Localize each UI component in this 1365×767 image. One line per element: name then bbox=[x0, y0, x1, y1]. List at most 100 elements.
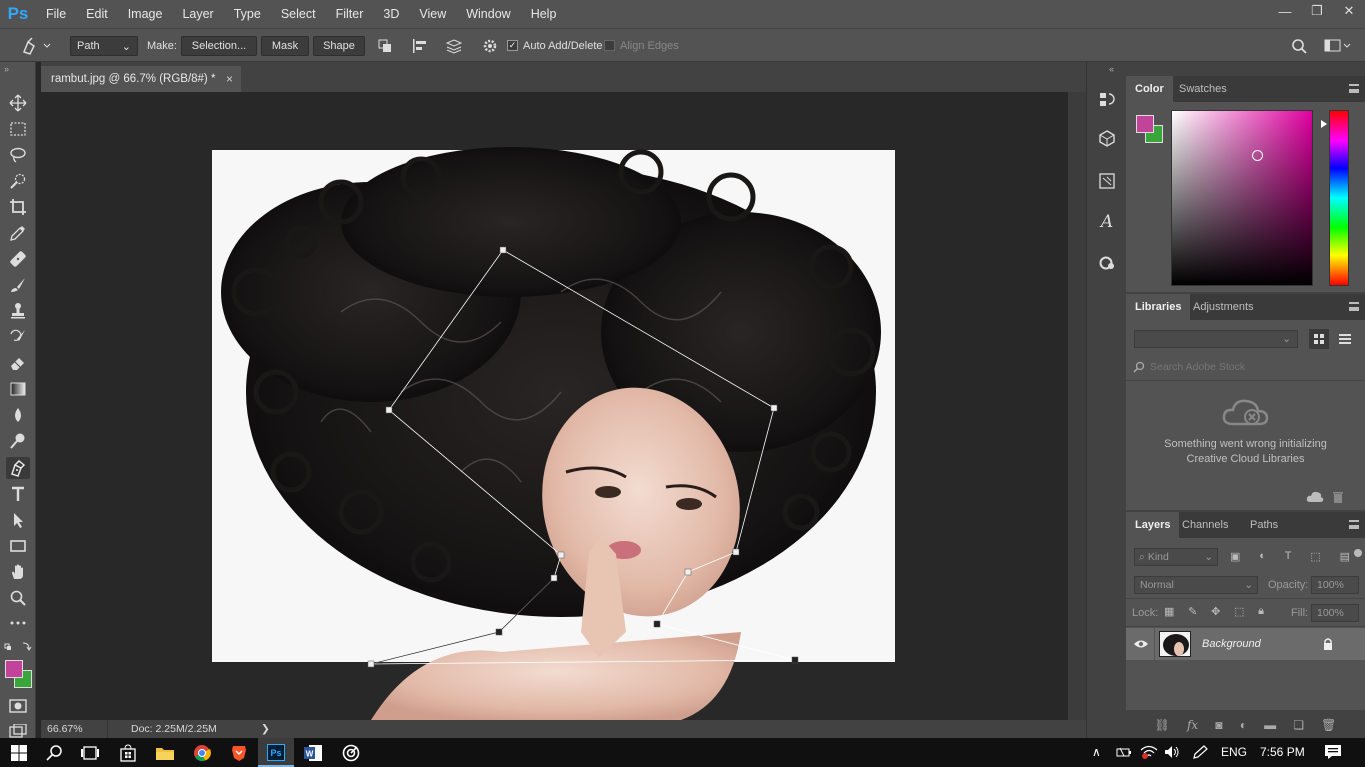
eraser-tool-icon[interactable] bbox=[6, 352, 30, 374]
menu-filter[interactable]: Filter bbox=[326, 0, 374, 28]
search-icon[interactable] bbox=[1290, 38, 1308, 56]
menu-layer[interactable]: Layer bbox=[172, 0, 223, 28]
tab-channels[interactable]: Channels bbox=[1173, 512, 1237, 538]
delete-layer-icon[interactable]: 🗑︎ bbox=[1321, 718, 1336, 732]
show-hidden-icons-icon[interactable]: ∧ bbox=[1092, 745, 1101, 759]
clone-stamp-tool-icon[interactable] bbox=[6, 300, 30, 322]
workspace-switcher-icon[interactable] bbox=[1324, 38, 1352, 54]
quick-mask-icon[interactable] bbox=[9, 699, 27, 713]
tool-mode-select[interactable]: Path ⌄ bbox=[70, 36, 138, 56]
vertical-scrollbar[interactable] bbox=[1068, 92, 1086, 720]
dodge-tool-icon[interactable] bbox=[6, 430, 30, 452]
path-operations-icon[interactable] bbox=[377, 38, 395, 54]
make-shape-button[interactable]: Shape bbox=[313, 36, 365, 56]
menu-file[interactable]: File bbox=[36, 0, 76, 28]
action-center-icon[interactable] bbox=[1324, 744, 1342, 760]
file-explorer-icon[interactable] bbox=[154, 742, 176, 764]
menu-help[interactable]: Help bbox=[521, 0, 567, 28]
eye-icon[interactable] bbox=[1133, 638, 1149, 650]
restore-button[interactable]: ❐ bbox=[1301, 0, 1333, 22]
healing-brush-tool-icon[interactable] bbox=[6, 248, 30, 270]
menu-type[interactable]: Type bbox=[224, 0, 271, 28]
tab-adjustments[interactable]: Adjustments bbox=[1184, 294, 1263, 320]
library-select[interactable]: ⌄ bbox=[1134, 330, 1298, 348]
menu-view[interactable]: View bbox=[409, 0, 456, 28]
gradient-tool-icon[interactable] bbox=[6, 378, 30, 400]
clock-time[interactable]: 7:56 PM bbox=[1260, 745, 1305, 759]
smart-object-filter-icon[interactable]: ▤ bbox=[1340, 550, 1350, 564]
lock-position-icon[interactable]: ✥ bbox=[1211, 605, 1220, 619]
blend-mode-select[interactable]: Normal ⌄ bbox=[1134, 576, 1258, 594]
lock-all-icon[interactable]: 🔒︎ bbox=[1258, 605, 1264, 619]
tab-color[interactable]: Color bbox=[1126, 76, 1173, 102]
foreground-color-swatch[interactable] bbox=[5, 660, 23, 678]
close-tab-icon[interactable]: × bbox=[226, 72, 233, 86]
hue-slider-thumb-icon[interactable] bbox=[1321, 120, 1327, 128]
menu-image[interactable]: Image bbox=[118, 0, 173, 28]
screen-mode-icon[interactable] bbox=[9, 723, 27, 738]
layers-panel-menu-icon[interactable] bbox=[1349, 520, 1359, 529]
layer-row-background[interactable]: Background bbox=[1126, 628, 1365, 660]
adjustment-filter-icon[interactable]: ◐ bbox=[1259, 550, 1266, 564]
rectangle-tool-icon[interactable] bbox=[6, 535, 30, 557]
libraries-panel-menu-icon[interactable] bbox=[1349, 302, 1359, 311]
shape-filter-icon[interactable]: ⬚ bbox=[1310, 550, 1320, 564]
make-selection-button[interactable]: Selection... bbox=[181, 36, 257, 56]
path-arrangement-icon[interactable] bbox=[444, 38, 464, 54]
volume-icon[interactable] bbox=[1164, 745, 1180, 759]
make-mask-button[interactable]: Mask bbox=[261, 36, 309, 56]
collapse-toolbar-icon[interactable]: » bbox=[4, 64, 9, 74]
brush-tool-icon[interactable] bbox=[6, 274, 30, 296]
lock-transparent-icon[interactable]: ▦ bbox=[1164, 605, 1174, 619]
filter-toggle-icon[interactable] bbox=[1354, 549, 1362, 557]
grid-view-icon[interactable] bbox=[1309, 329, 1329, 349]
word-icon[interactable]: W bbox=[302, 742, 324, 764]
pixel-filter-icon[interactable]: ▣ bbox=[1230, 550, 1240, 564]
character-panel-icon[interactable]: A bbox=[1094, 209, 1120, 235]
layer-style-icon[interactable]: fx bbox=[1187, 718, 1198, 732]
new-group-icon[interactable]: ▬ bbox=[1264, 718, 1276, 732]
eyedropper-tool-icon[interactable] bbox=[6, 222, 30, 244]
hue-slider[interactable] bbox=[1329, 110, 1349, 286]
windows-start-icon[interactable] bbox=[8, 742, 30, 764]
sync-cloud-icon[interactable] bbox=[1306, 490, 1324, 504]
close-button[interactable]: ✕ bbox=[1333, 0, 1365, 22]
gear-icon[interactable] bbox=[482, 38, 500, 54]
align-edges-checkbox[interactable] bbox=[604, 40, 615, 51]
input-language[interactable]: ENG bbox=[1221, 745, 1247, 759]
history-panel-icon[interactable] bbox=[1094, 86, 1120, 112]
color-panel-menu-icon[interactable] bbox=[1349, 84, 1359, 93]
canvas-area[interactable] bbox=[41, 92, 1068, 720]
status-menu-arrow-icon[interactable]: ❯ bbox=[261, 723, 270, 735]
battery-icon[interactable] bbox=[1116, 746, 1132, 758]
adobe-stock-search-input[interactable] bbox=[1150, 358, 1340, 376]
zoom-tool-icon[interactable] bbox=[6, 587, 30, 609]
lasso-tool-icon[interactable] bbox=[6, 144, 30, 166]
menu-window[interactable]: Window bbox=[456, 0, 520, 28]
tab-layers[interactable]: Layers bbox=[1126, 512, 1180, 538]
opacity-field[interactable]: 100% bbox=[1311, 576, 1359, 594]
store-icon[interactable] bbox=[117, 742, 139, 764]
chrome-icon[interactable] bbox=[191, 742, 213, 764]
path-alignment-icon[interactable] bbox=[411, 38, 429, 54]
pen-tool-preset-picker[interactable] bbox=[20, 37, 52, 55]
task-view-icon[interactable] bbox=[79, 742, 101, 764]
menu-3d[interactable]: 3D bbox=[373, 0, 409, 28]
color-foreground-swatch[interactable] bbox=[1136, 115, 1154, 133]
menu-select[interactable]: Select bbox=[271, 0, 326, 28]
type-filter-icon[interactable]: T bbox=[1285, 550, 1292, 564]
auto-add-delete-checkbox[interactable]: ✓ bbox=[507, 40, 518, 51]
new-layer-icon[interactable]: ❏ bbox=[1293, 718, 1304, 732]
link-layers-icon[interactable]: ⛓︎ bbox=[1155, 718, 1170, 732]
trash-icon[interactable] bbox=[1331, 490, 1345, 504]
fill-field[interactable]: 100% bbox=[1311, 604, 1359, 622]
list-view-icon[interactable] bbox=[1335, 329, 1355, 349]
zoom-level[interactable]: 66.67% bbox=[47, 723, 83, 735]
new-adjustment-layer-icon[interactable]: ◐ bbox=[1240, 718, 1247, 732]
tab-paths[interactable]: Paths bbox=[1241, 512, 1287, 538]
crop-tool-icon[interactable] bbox=[6, 196, 30, 218]
more-tools-icon[interactable] bbox=[6, 612, 30, 634]
layer-name[interactable]: Background bbox=[1202, 638, 1261, 650]
pen-input-icon[interactable] bbox=[1192, 745, 1208, 759]
history-brush-tool-icon[interactable] bbox=[6, 326, 30, 348]
